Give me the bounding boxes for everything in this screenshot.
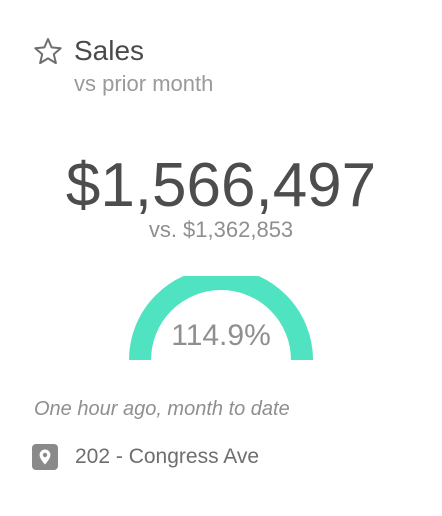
location-row[interactable]: 202 - Congress Ave (32, 443, 412, 473)
comparison-value: vs. $1,362,853 (148, 217, 294, 242)
card-title: Sales (74, 35, 145, 66)
updated-timestamp: One hour ago, month to date (34, 398, 290, 420)
gauge-value-label: 114.9% (171, 319, 271, 352)
main-metric-value: $1,566,497 (65, 151, 377, 220)
location-label: 202 - Congress Ave (75, 445, 260, 468)
map-pin-icon-svg (39, 449, 51, 465)
sales-card: Sales vs prior month $1,566,497 vs. $1,3… (0, 0, 442, 516)
star-icon-svg (34, 38, 62, 65)
map-pin-icon (32, 444, 58, 470)
star-icon[interactable] (32, 36, 64, 68)
card-subtitle: vs prior month (74, 71, 214, 96)
